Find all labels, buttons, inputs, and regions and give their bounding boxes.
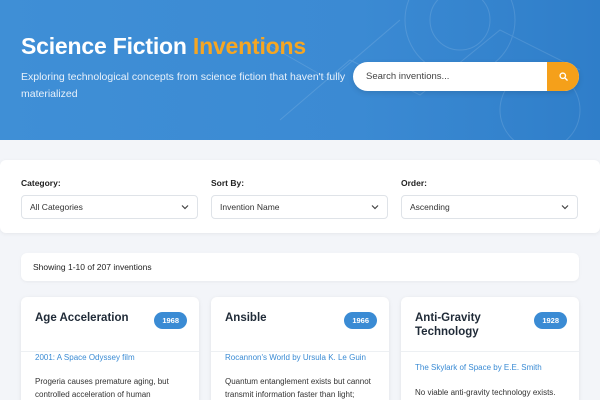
card-header: Age Acceleration 1968 <box>21 297 199 352</box>
page-title: Science Fiction Inventions <box>21 33 306 59</box>
card-title: Ansible <box>225 312 267 324</box>
order-label: Order: <box>401 178 427 188</box>
card-source-link[interactable]: 2001: A Space Odyssey film <box>35 353 195 362</box>
card-description: No viable anti-gravity technology exists… <box>415 388 556 397</box>
card-description: Progeria causes premature aging, but con… <box>35 377 169 399</box>
page-subtitle: Exploring technological concepts from sc… <box>21 71 346 100</box>
search-box <box>353 62 579 91</box>
page-title-accent: Inventions <box>192 33 306 59</box>
card-header: Ansible 1966 <box>211 297 389 352</box>
invention-card[interactable]: Age Acceleration 1968 2001: A Space Odys… <box>21 297 199 400</box>
search-input[interactable] <box>353 62 547 91</box>
year-badge: 1928 <box>534 312 567 329</box>
sort-select[interactable]: Invention Name <box>211 195 388 219</box>
sort-label: Sort By: <box>211 178 245 188</box>
category-label: Category: <box>21 178 61 188</box>
results-count: Showing 1-10 of 207 inventions <box>21 253 579 281</box>
year-badge: 1966 <box>344 312 377 329</box>
card-title: Anti-Gravity Technology <box>415 312 481 338</box>
card-description: Quantum entanglement exists but cannot t… <box>225 377 371 399</box>
invention-card[interactable]: Ansible 1966 Rocannon's World by Ursula … <box>211 297 389 400</box>
search-button[interactable] <box>547 62 579 91</box>
card-title: Age Acceleration <box>35 312 129 324</box>
order-select-value: Ascending <box>410 202 450 212</box>
sort-filter: Sort By: Invention Name <box>211 178 388 219</box>
card-source-link[interactable]: Rocannon's World by Ursula K. Le Guin <box>225 353 385 362</box>
order-select[interactable]: Ascending <box>401 195 578 219</box>
card-header: Anti-Gravity Technology 1928 <box>401 297 579 352</box>
invention-card[interactable]: Anti-Gravity Technology 1928 The Skylark… <box>401 297 579 400</box>
filters-panel: Category: All Categories Sort By: Invent… <box>0 160 600 233</box>
search-icon <box>558 72 568 81</box>
category-filter: Category: All Categories <box>21 178 198 219</box>
chevron-down-icon <box>181 205 189 210</box>
category-select-value: All Categories <box>30 202 83 212</box>
year-badge: 1968 <box>154 312 187 329</box>
category-select[interactable]: All Categories <box>21 195 198 219</box>
hero-header: Science Fiction Inventions Exploring tec… <box>0 0 600 140</box>
card-source-link[interactable]: The Skylark of Space by E.E. Smith <box>415 363 575 372</box>
order-filter: Order: Ascending <box>401 178 578 219</box>
chevron-down-icon <box>371 205 379 210</box>
sort-select-value: Invention Name <box>220 202 280 212</box>
chevron-down-icon <box>561 205 569 210</box>
